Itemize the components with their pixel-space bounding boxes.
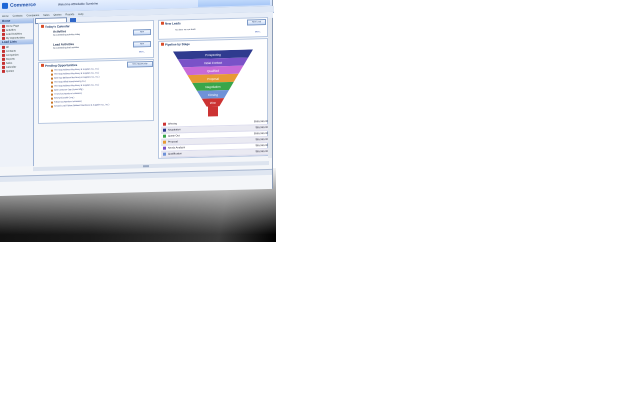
- bullet-icon: [51, 69, 53, 72]
- pipeline-panel: Pipeline by Stage Prospecting Initial Con…: [158, 37, 271, 159]
- legend-swatch: [163, 122, 166, 126]
- more-link[interactable]: More...: [139, 51, 145, 53]
- menu-item-quotes[interactable]: Quotes: [53, 13, 61, 16]
- funnel-stage-label: Closing: [208, 93, 218, 97]
- sidebar-item-label: Activities: [6, 28, 16, 32]
- folder-icon: [2, 65, 5, 69]
- logo: Commerce: [2, 1, 42, 10]
- legend-value: $99,999.00: [255, 137, 268, 142]
- folder-icon: [2, 32, 5, 36]
- legend-value: $99,999.00: [255, 149, 268, 154]
- opportunity-list: Test Opp (Midwest Machinery & Supplies C…: [39, 66, 153, 109]
- legend-label: Needs Analysis: [168, 146, 186, 150]
- legend-label: Proposal: [168, 140, 178, 144]
- legend-swatch: [163, 146, 166, 150]
- opportunity-icon: [41, 63, 44, 67]
- logo-icon: [2, 2, 8, 9]
- panel-title: New Leads: [165, 20, 181, 26]
- folder-icon: [2, 53, 5, 57]
- sidebar-item[interactable]: Quotes: [0, 68, 33, 73]
- new-lead-button[interactable]: New Lead: [247, 19, 266, 26]
- bullet-icon: [51, 101, 53, 104]
- welcome-text: Welcome Affordable Sunshine: [58, 1, 99, 7]
- legend-value: $999,999.00: [254, 131, 268, 136]
- activities-text: No outstanding activities today: [53, 33, 81, 37]
- funnel-stage-label: Prospecting: [205, 53, 221, 57]
- menu-item-companies[interactable]: Companies: [27, 13, 40, 16]
- bullet-icon: [51, 89, 53, 92]
- new-activity-button[interactable]: New: [133, 29, 151, 36]
- pipeline-icon: [161, 42, 164, 46]
- panel-header: Pipeline by Stage: [159, 39, 267, 47]
- sidebar: Home Home Page Activities Lead Activities My…: [0, 18, 34, 167]
- bullet-icon: [51, 97, 53, 100]
- panel-title: Pending Opportunities: [45, 62, 78, 68]
- sidebar-item-label: Reports: [6, 57, 15, 61]
- sidebar-item-label: Calendar: [6, 65, 17, 69]
- scrollbar-thumb[interactable]: [143, 165, 149, 168]
- screenshot-frame: Commerce Welcome Affordable Sunshine Hom…: [0, 0, 276, 242]
- sidebar-item-label: Lead Activities: [6, 31, 22, 36]
- bullet-icon: [51, 73, 53, 76]
- funnel-stage-label: Qualified: [207, 69, 219, 73]
- pipeline-funnel: Prospecting Initial Contact Qualified Propo…: [173, 49, 253, 117]
- lead-activities-text: No outstanding lead activities: [53, 46, 80, 50]
- folder-icon: [2, 57, 5, 61]
- legend-swatch: [163, 152, 166, 156]
- new-leads-panel: New Leads New Lead You have no new leads…: [158, 16, 268, 40]
- bullet-icon: [51, 85, 53, 88]
- sidebar-item-label: Quotes: [6, 69, 15, 73]
- panel-title: Today's Calendar: [45, 23, 70, 29]
- legend-label: Negotiation: [168, 128, 181, 132]
- folder-icon: [2, 28, 5, 32]
- sidebar-item-label: All: [6, 45, 9, 49]
- folder-icon: [2, 69, 5, 73]
- calendar-icon: [41, 24, 44, 28]
- funnel-stage-label: Proposal: [207, 77, 219, 81]
- folder-icon: [2, 61, 5, 65]
- funnel-stage-label: Negotiation: [205, 85, 221, 89]
- legend-swatch: [163, 134, 166, 138]
- sidebar-item-label: Home Page: [6, 23, 20, 28]
- menu-item-sales[interactable]: Sales: [43, 13, 49, 16]
- panel-title: Pipeline by Stage: [165, 41, 190, 47]
- menu-item-reports[interactable]: Reports: [66, 13, 75, 16]
- legend-swatch: [163, 140, 166, 144]
- vertical-scrollbar[interactable]: [268, 17, 272, 158]
- menu-item-home[interactable]: Home: [2, 14, 9, 17]
- legend-swatch: [163, 128, 166, 132]
- legend-value: $99,999.00: [255, 125, 268, 130]
- app-window: Commerce Welcome Affordable Sunshine Hom…: [0, 0, 274, 197]
- opportunity-link[interactable]: Second Lead Follow (Midwest Machinery & …: [54, 104, 109, 107]
- legend-label: Quote Out: [168, 134, 180, 138]
- leads-icon: [161, 21, 164, 25]
- logo-text: Commerce: [10, 2, 36, 9]
- bullet-icon: [51, 93, 53, 96]
- panel-header: Today's Calendar: [39, 21, 153, 29]
- more-link[interactable]: More...: [255, 31, 261, 33]
- new-lead-activity-button[interactable]: New: [133, 41, 151, 48]
- pending-opportunities-panel: Pending Opportunities New Opportunity Te…: [38, 58, 154, 125]
- bullet-icon: [51, 77, 53, 80]
- bullet-icon: [51, 81, 53, 84]
- legend-value: $999,999.00: [254, 119, 268, 124]
- funnel-stem: [208, 106, 218, 117]
- legend-label: Qualification: [168, 152, 182, 156]
- folder-icon: [2, 24, 5, 28]
- todays-calendar-panel: Today's Calendar Activities No outstandi…: [38, 19, 154, 62]
- funnel-stage-label: Initial Contact: [204, 61, 222, 65]
- sidebar-item-label: Contacts: [6, 49, 16, 53]
- funnel-stage-label: Won: [210, 101, 216, 105]
- folder-icon: [2, 49, 5, 53]
- menu-item-help[interactable]: Help: [78, 12, 83, 15]
- menu-item-contacts[interactable]: Contacts: [13, 14, 23, 17]
- sidebar-item-label: Sales: [6, 61, 13, 65]
- legend-label: Winning: [168, 122, 178, 126]
- new-leads-text: You have no new leads: [175, 28, 196, 32]
- sidebar-item-label: Companies: [6, 53, 19, 57]
- folder-icon: [2, 45, 5, 49]
- bullet-icon: [51, 105, 53, 108]
- legend-value: $99,999.00: [255, 143, 268, 148]
